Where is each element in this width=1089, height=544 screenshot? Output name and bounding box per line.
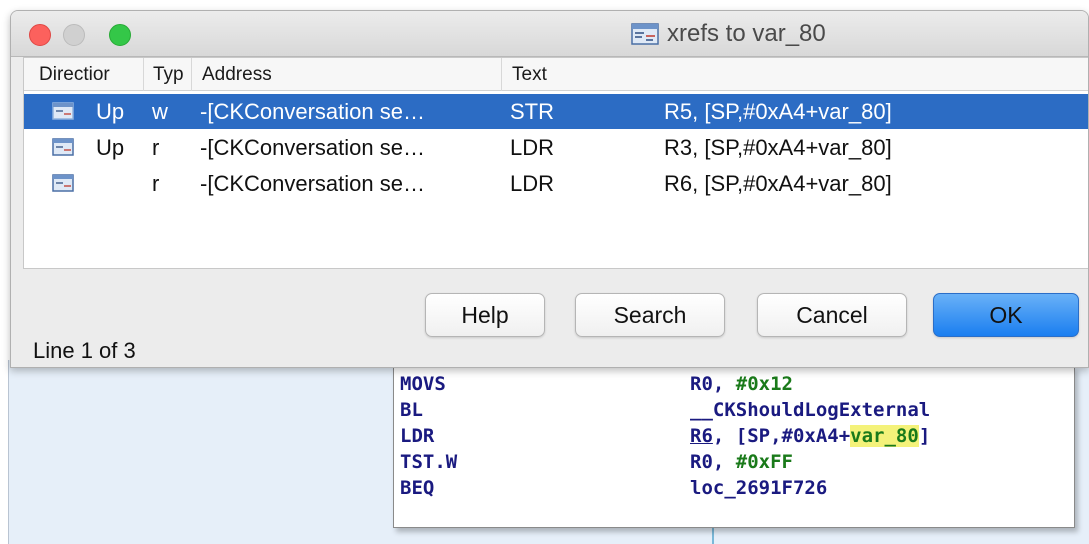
xref-mnemonic: LDR	[510, 171, 555, 196]
ok-button[interactable]: OK	[933, 293, 1079, 337]
window-title: xrefs to var_80	[667, 20, 826, 47]
xref-type: w	[152, 99, 168, 124]
xref-operands: R5, [SP,#0xA4+var_80]	[664, 99, 892, 124]
help-button[interactable]: Help	[425, 293, 545, 337]
xref-operands: R6, [SP,#0xA4+var_80]	[664, 171, 892, 196]
code-mnemonic: TST.W	[400, 451, 458, 473]
xref-icon	[52, 102, 74, 120]
xref-operands: R3, [SP,#0xA4+var_80]	[664, 135, 892, 160]
title-bar[interactable]: xrefs to var_80	[11, 11, 1088, 57]
column-header-direction[interactable]: Directior	[24, 58, 144, 91]
xref-row-selected[interactable]: Up w -[CKConversation se… STR R5, [SP,#0…	[24, 94, 1088, 129]
xref-type: r	[152, 171, 160, 196]
xref-icon	[52, 174, 74, 192]
search-button[interactable]: Search	[575, 293, 725, 337]
code-operands: R6, [SP,#0xA4+var_80]	[690, 423, 930, 449]
close-window-icon[interactable]	[29, 24, 51, 46]
code-register: R6	[690, 425, 713, 447]
code-immediate: #0xFF	[735, 451, 793, 473]
list-header: Directior Typ Address Text	[24, 58, 1088, 91]
xref-address: -[CKConversation se…	[200, 99, 425, 124]
xref-direction: Up	[96, 99, 125, 124]
code-operands: R0, #0xFF	[690, 449, 793, 475]
code-operand-base: , [SP,#0xA4+	[712, 425, 851, 447]
code-mnemonic: LDR	[400, 425, 435, 447]
code-mnemonic: BL	[400, 399, 423, 421]
code-operand-close: ]	[918, 425, 931, 447]
xref-mnemonic: STR	[510, 99, 554, 124]
xref-address: -[CKConversation se…	[200, 171, 425, 196]
code-operands: R0, #0x12	[690, 371, 793, 397]
code-immediate: #0x12	[735, 373, 793, 395]
cancel-button[interactable]: Cancel	[757, 293, 907, 337]
xref-row[interactable]: r -[CKConversation se… LDR R6, [SP,#0xA4…	[24, 166, 1088, 201]
minimize-window-icon[interactable]	[63, 24, 85, 46]
code-register: R0,	[690, 373, 736, 395]
xrefs-dialog: xrefs to var_80 Directior Typ Address Te…	[10, 10, 1089, 368]
xref-row[interactable]: Up r -[CKConversation se… LDR R3, [SP,#0…	[24, 130, 1088, 165]
column-header-address[interactable]: Address	[192, 58, 502, 91]
column-header-type[interactable]: Typ	[144, 58, 192, 91]
xref-type: r	[152, 135, 160, 160]
code-mnemonic: BEQ	[400, 477, 435, 499]
code-branch-target[interactable]: loc_2691F726	[690, 475, 827, 501]
code-block[interactable]: MOVS R0, #0x12 BL __CKShouldLogExternal …	[393, 366, 1075, 528]
status-line: Line 1 of 3	[33, 338, 136, 363]
xrefs-list[interactable]: Directior Typ Address Text Up w -[CKConv…	[23, 57, 1088, 269]
code-mnemonic: MOVS	[400, 373, 446, 395]
xref-window-icon	[631, 23, 659, 45]
code-call-target[interactable]: __CKShouldLogExternal	[690, 397, 930, 423]
column-header-text[interactable]: Text	[502, 58, 1088, 91]
xref-mnemonic: LDR	[510, 135, 555, 160]
xref-direction: Up	[96, 135, 125, 160]
xref-icon	[52, 138, 74, 156]
code-register: R0,	[690, 451, 736, 473]
xref-address: -[CKConversation se…	[200, 135, 425, 160]
maximize-window-icon[interactable]	[109, 24, 131, 46]
highlighted-variable[interactable]: var_80	[850, 425, 919, 447]
